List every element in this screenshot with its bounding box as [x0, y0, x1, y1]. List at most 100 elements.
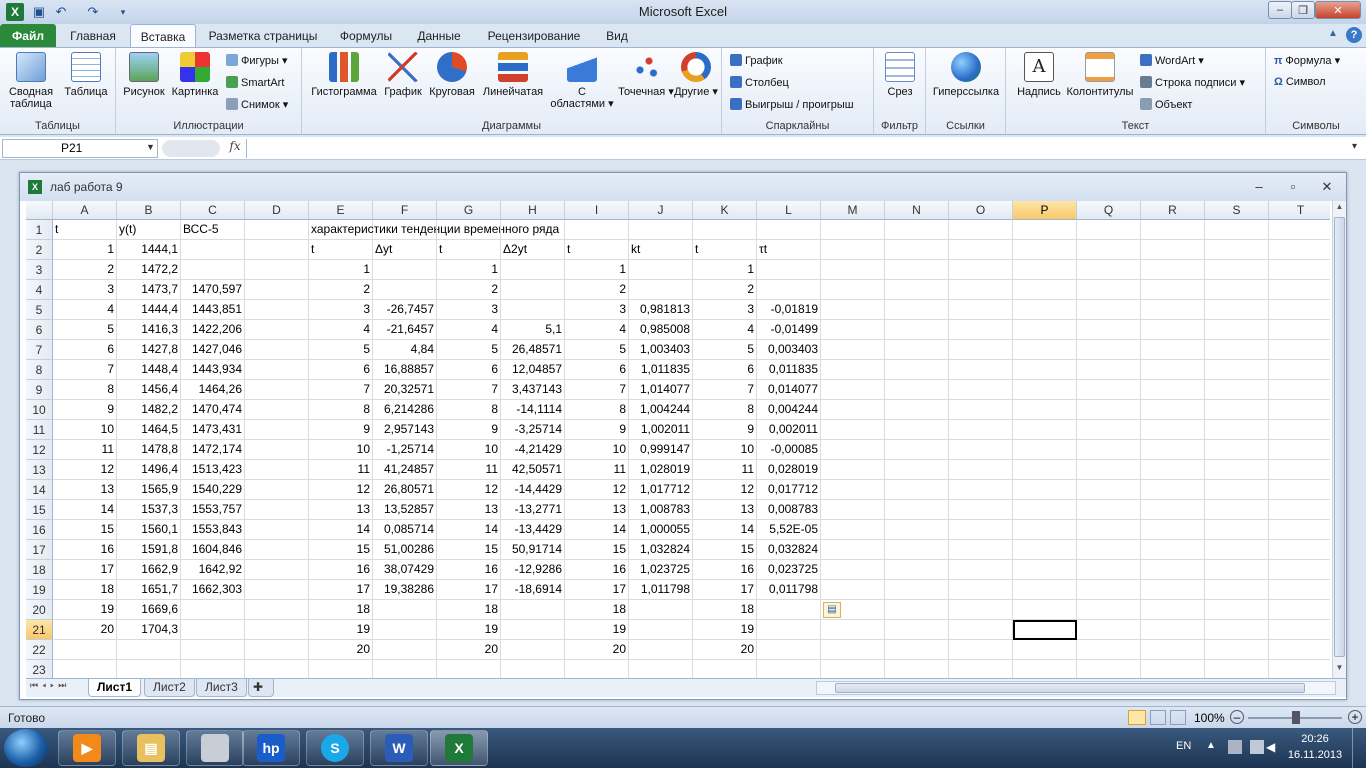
sheet-nav-icon[interactable]: ⏮◂▸⏭ — [30, 680, 70, 691]
cell-c19[interactable]: 1662,303 — [181, 580, 245, 600]
cell-d2[interactable] — [245, 240, 309, 260]
cell-r22[interactable] — [1141, 640, 1205, 660]
table-button[interactable]: Таблица — [60, 52, 112, 98]
cell-j5[interactable]: 0,981813 — [629, 300, 693, 320]
cell-m6[interactable] — [821, 320, 885, 340]
cell-s1[interactable] — [1205, 220, 1269, 240]
cell-k9[interactable]: 7 — [693, 380, 757, 400]
sheet-tab-2[interactable]: Лист2 — [144, 679, 195, 697]
cell-e12[interactable]: 10 — [309, 440, 373, 460]
cell-s8[interactable] — [1205, 360, 1269, 380]
cell-r10[interactable] — [1141, 400, 1205, 420]
cell-b11[interactable]: 1464,5 — [117, 420, 181, 440]
cell-l8[interactable]: 0,011835 — [757, 360, 821, 380]
cell-i20[interactable]: 18 — [565, 600, 629, 620]
cell-t16[interactable] — [1269, 520, 1330, 540]
cell-f19[interactable]: 19,38286 — [373, 580, 437, 600]
cell-a19[interactable]: 18 — [53, 580, 117, 600]
cell-g3[interactable]: 1 — [437, 260, 501, 280]
cell-b3[interactable]: 1472,2 — [117, 260, 181, 280]
cell-l20[interactable] — [757, 600, 821, 620]
cell-f12[interactable]: -1,25714 — [373, 440, 437, 460]
normal-view-icon[interactable] — [1128, 710, 1146, 725]
cell-h12[interactable]: -4,21429 — [501, 440, 565, 460]
cell-g15[interactable]: 13 — [437, 500, 501, 520]
cell-k4[interactable]: 2 — [693, 280, 757, 300]
bar-chart-button[interactable]: Линейчатая — [478, 52, 548, 98]
cell-t10[interactable] — [1269, 400, 1330, 420]
tray-signal-icon[interactable] — [1250, 740, 1264, 754]
column-header-r[interactable]: R — [1141, 201, 1205, 220]
cell-e18[interactable]: 16 — [309, 560, 373, 580]
cell-g21[interactable]: 19 — [437, 620, 501, 640]
cell-p10[interactable] — [1013, 400, 1077, 420]
cell-k18[interactable]: 16 — [693, 560, 757, 580]
cell-l14[interactable]: 0,017712 — [757, 480, 821, 500]
cell-f14[interactable]: 26,80571 — [373, 480, 437, 500]
cell-d18[interactable] — [245, 560, 309, 580]
cell-m14[interactable] — [821, 480, 885, 500]
cell-p5[interactable] — [1013, 300, 1077, 320]
cell-i2[interactable]: t — [565, 240, 629, 260]
cell-b15[interactable]: 1537,3 — [117, 500, 181, 520]
cell-b9[interactable]: 1456,4 — [117, 380, 181, 400]
tab-view[interactable]: Вид — [596, 24, 638, 48]
scatter-chart-button[interactable]: Точечная ▾ — [616, 52, 676, 98]
minimize-button[interactable]: – — [1268, 1, 1292, 19]
cell-b2[interactable]: 1444,1 — [117, 240, 181, 260]
cell-d3[interactable] — [245, 260, 309, 280]
cell-g10[interactable]: 8 — [437, 400, 501, 420]
vertical-scroll-thumb[interactable] — [1334, 217, 1345, 657]
taskbar-word[interactable]: W — [370, 730, 428, 766]
cell-t1[interactable] — [1269, 220, 1330, 240]
cell-k2[interactable]: t — [693, 240, 757, 260]
taskbar-explorer[interactable]: ▤ — [122, 730, 180, 766]
cell-o19[interactable] — [949, 580, 1013, 600]
row-header-22[interactable]: 22 — [26, 640, 53, 660]
cell-s11[interactable] — [1205, 420, 1269, 440]
cell-g7[interactable]: 5 — [437, 340, 501, 360]
sparkline-column-button[interactable]: Столбец — [730, 76, 789, 89]
cell-j19[interactable]: 1,011798 — [629, 580, 693, 600]
cell-g2[interactable]: t — [437, 240, 501, 260]
row-header-17[interactable]: 17 — [26, 540, 53, 560]
cell-f3[interactable] — [373, 260, 437, 280]
cell-g17[interactable]: 15 — [437, 540, 501, 560]
cell-p8[interactable] — [1013, 360, 1077, 380]
cell-i18[interactable]: 16 — [565, 560, 629, 580]
cell-l21[interactable] — [757, 620, 821, 640]
sparkline-line-button[interactable]: График — [730, 54, 783, 67]
cell-j8[interactable]: 1,011835 — [629, 360, 693, 380]
line-chart-button[interactable]: График — [380, 52, 426, 98]
cell-i21[interactable]: 19 — [565, 620, 629, 640]
cell-f20[interactable] — [373, 600, 437, 620]
cell-n11[interactable] — [885, 420, 949, 440]
cell-s16[interactable] — [1205, 520, 1269, 540]
cell-e1[interactable]: характеристики тенденции временного ряда — [309, 220, 559, 240]
cell-o14[interactable] — [949, 480, 1013, 500]
show-desktop-button[interactable] — [1352, 728, 1366, 768]
cell-l5[interactable]: -0,01819 — [757, 300, 821, 320]
cell-k1[interactable] — [693, 220, 757, 240]
cell-f8[interactable]: 16,88857 — [373, 360, 437, 380]
cell-h22[interactable] — [501, 640, 565, 660]
scroll-down-icon[interactable]: ▼ — [1334, 663, 1345, 675]
cell-k8[interactable]: 6 — [693, 360, 757, 380]
cell-b16[interactable]: 1560,1 — [117, 520, 181, 540]
cell-t9[interactable] — [1269, 380, 1330, 400]
row-header-12[interactable]: 12 — [26, 440, 53, 460]
cell-o22[interactable] — [949, 640, 1013, 660]
cell-f6[interactable]: -21,6457 — [373, 320, 437, 340]
tray-clock-time[interactable]: 20:26 — [1288, 733, 1342, 745]
pie-chart-button[interactable]: Круговая — [426, 52, 478, 98]
tab-insert[interactable]: Вставка — [130, 24, 196, 48]
tab-file[interactable]: Файл — [0, 24, 56, 48]
workbook-icon[interactable]: X — [28, 180, 42, 194]
cell-o2[interactable] — [949, 240, 1013, 260]
cell-j11[interactable]: 1,002011 — [629, 420, 693, 440]
tab-review[interactable]: Рецензирование — [476, 24, 592, 48]
cell-j6[interactable]: 0,985008 — [629, 320, 693, 340]
cell-l15[interactable]: 0,008783 — [757, 500, 821, 520]
cell-r12[interactable] — [1141, 440, 1205, 460]
cell-c3[interactable] — [181, 260, 245, 280]
